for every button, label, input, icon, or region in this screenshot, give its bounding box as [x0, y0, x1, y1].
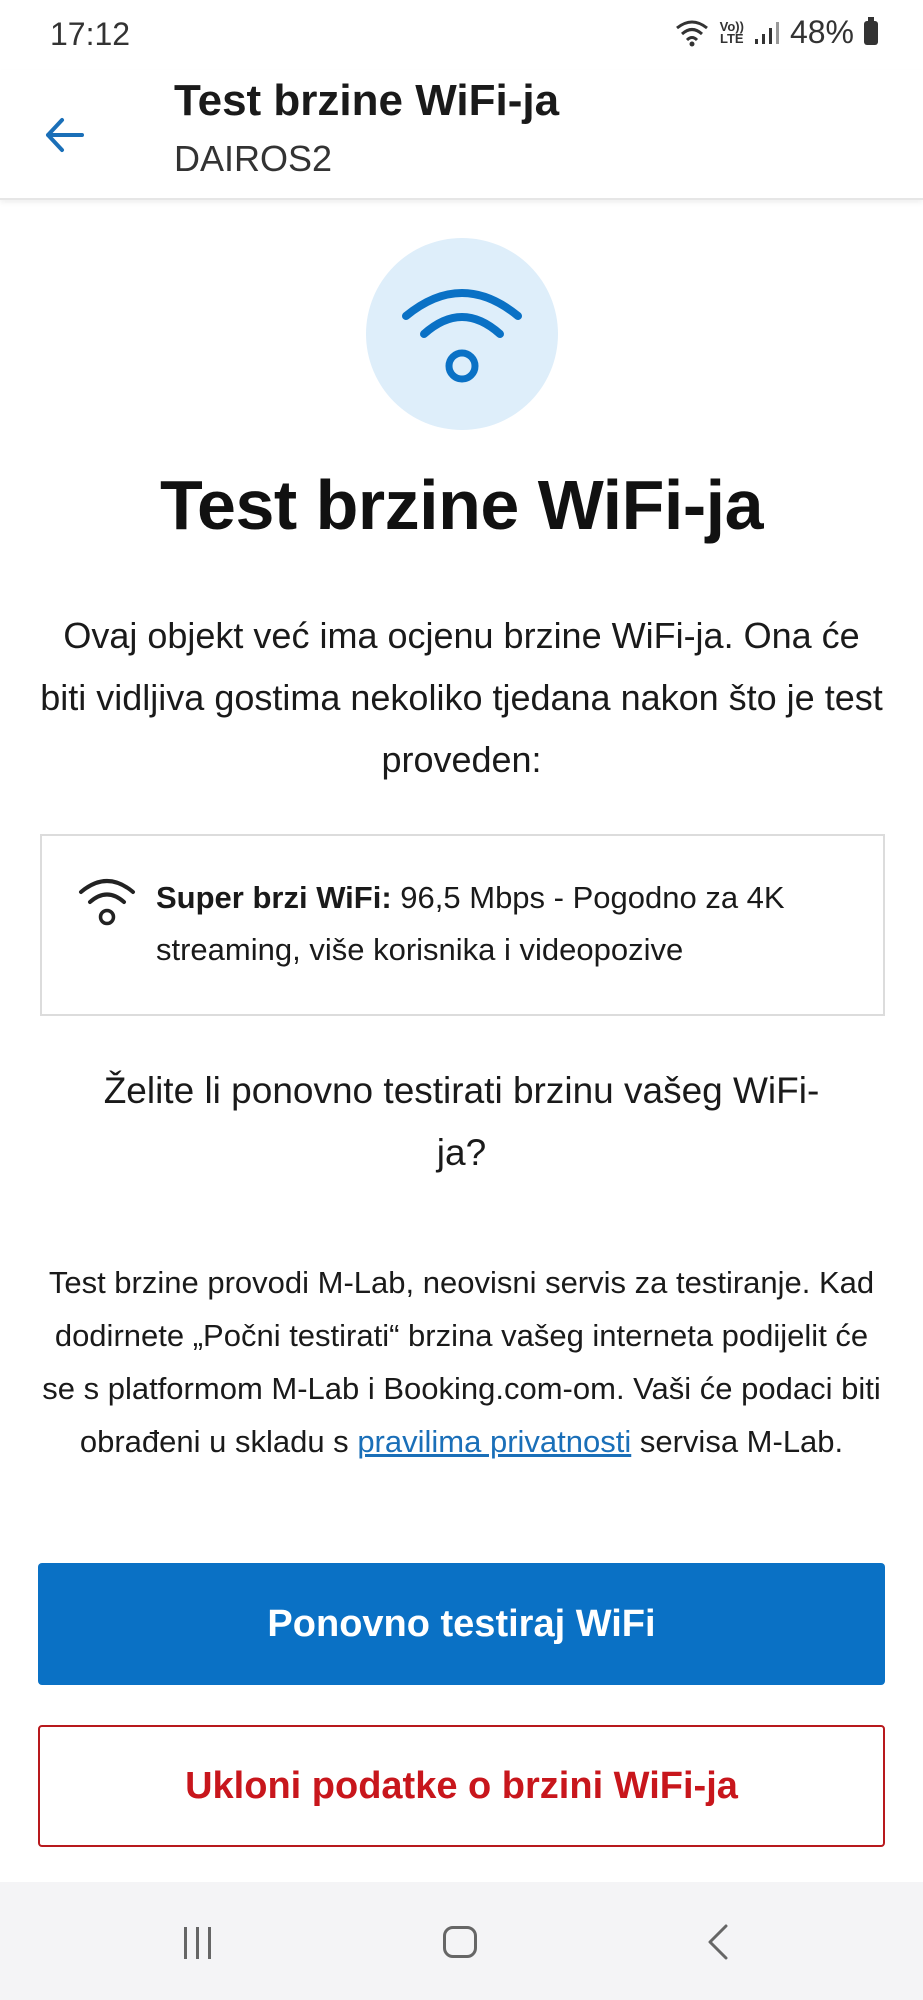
page-title: Test brzine WiFi-ja [174, 76, 560, 125]
back-icon[interactable] [706, 1924, 730, 1960]
hero-icon-circle [366, 238, 558, 430]
headline: Test brzine WiFi-ja [159, 466, 764, 544]
privacy-policy-link[interactable]: pravilima privatnosti [357, 1424, 631, 1459]
wifi-status-icon [675, 20, 708, 46]
system-nav-bar [0, 1882, 923, 2000]
signal-icon [754, 21, 779, 44]
battery-percent: 48% [789, 14, 854, 50]
recents-icon[interactable] [184, 1927, 211, 1959]
disclaimer-text-end: servisa M-Lab. [631, 1424, 844, 1459]
property-name: DAIROS2 [174, 138, 333, 179]
arrow-left-icon[interactable] [40, 110, 90, 160]
status-bar: 17:12 Vo)) LTE 48% [0, 0, 923, 70]
status-time: 17:12 [50, 16, 131, 52]
remove-speed-data-button[interactable]: Ukloni podatke o brzini WiFi-ja [38, 1725, 885, 1847]
app-bar: Test brzine WiFi-ja DAIROS2 [0, 70, 923, 200]
speed-rating-card: Super brzi WiFi: 96,5 Mbps - Pogodno za … [40, 834, 885, 1016]
retest-wifi-button[interactable]: Ponovno testiraj WiFi [38, 1563, 885, 1685]
disclaimer-text: Test brzine provodi M-Lab, neovisni serv… [40, 1256, 883, 1468]
battery-icon [864, 16, 878, 45]
speed-rating-label: Super brzi WiFi: [156, 880, 392, 915]
wifi-icon [79, 879, 135, 926]
volte-icon: Vo)) LTE [719, 18, 744, 46]
intro-text: Ovaj objekt već ima ocjenu brzine WiFi-j… [40, 615, 883, 780]
home-icon[interactable] [443, 1926, 477, 1958]
status-icons: Vo)) LTE 48% [674, 14, 878, 51]
speed-rating-text: Super brzi WiFi: 96,5 Mbps - Pogodno za … [156, 872, 856, 976]
wifi-icon [402, 289, 522, 383]
retest-question: Želite li ponovno testirati brzinu vašeg… [103, 1070, 820, 1173]
